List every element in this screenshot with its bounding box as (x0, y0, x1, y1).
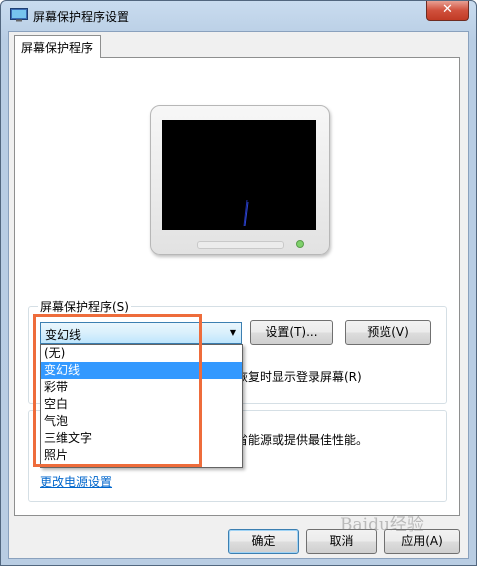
ok-button[interactable]: 确定 (228, 529, 299, 554)
tab-screensaver[interactable]: 屏幕保护程序 (14, 35, 101, 58)
title-bar[interactable]: 屏幕保护程序设置 ✕ (1, 1, 476, 31)
close-button[interactable]: ✕ (426, 1, 469, 21)
display-properties-icon (10, 8, 28, 22)
power-led-icon (296, 240, 304, 248)
settings-button[interactable]: 设置(T)... (250, 320, 333, 345)
change-power-settings-link[interactable]: 更改电源设置 (40, 473, 112, 490)
preview-button[interactable]: 预览(V) (345, 320, 431, 345)
preview-screen (162, 120, 316, 230)
mystify-lines (243, 199, 249, 227)
monitor-vent (197, 241, 284, 249)
watermark: Baidu经验 (340, 515, 424, 535)
monitor-preview (150, 105, 330, 255)
annotation-highlight-box (33, 314, 202, 467)
window-title: 屏幕保护程序设置 (33, 10, 130, 24)
screensaver-group-label: 屏幕保护程序(S) (38, 298, 131, 315)
resume-logon-checkbox-label[interactable]: 恢复时显示登录屏幕(R) (236, 368, 362, 385)
power-description: 省能源或提供最佳性能。 (236, 433, 369, 447)
chevron-down-icon: ▼ (229, 328, 236, 337)
